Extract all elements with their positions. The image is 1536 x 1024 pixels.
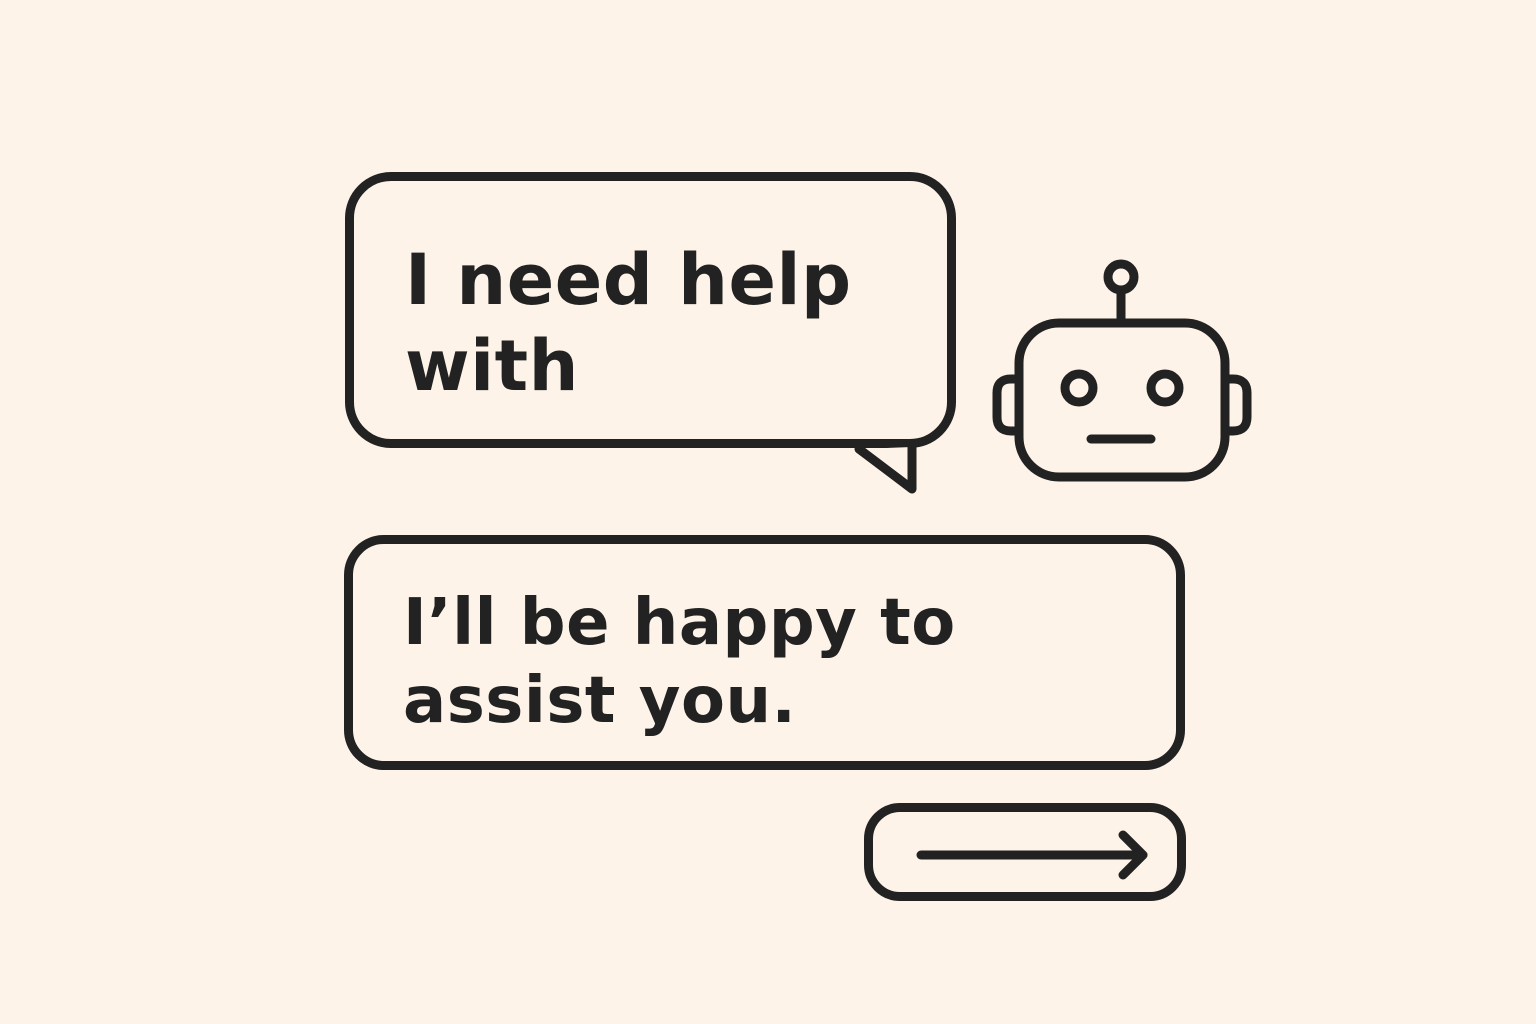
send-button[interactable] <box>864 803 1186 901</box>
assistant-message-text: I’ll be happy to assist you. <box>403 586 956 738</box>
user-message-text: I need help with <box>405 239 852 407</box>
assistant-message-bubble: I’ll be happy to assist you. <box>344 535 1185 770</box>
arrow-right-icon <box>916 830 1148 880</box>
user-message-bubble: I need help with <box>345 172 956 448</box>
speech-bubble-tail <box>854 442 917 494</box>
robot-icon <box>992 259 1252 482</box>
